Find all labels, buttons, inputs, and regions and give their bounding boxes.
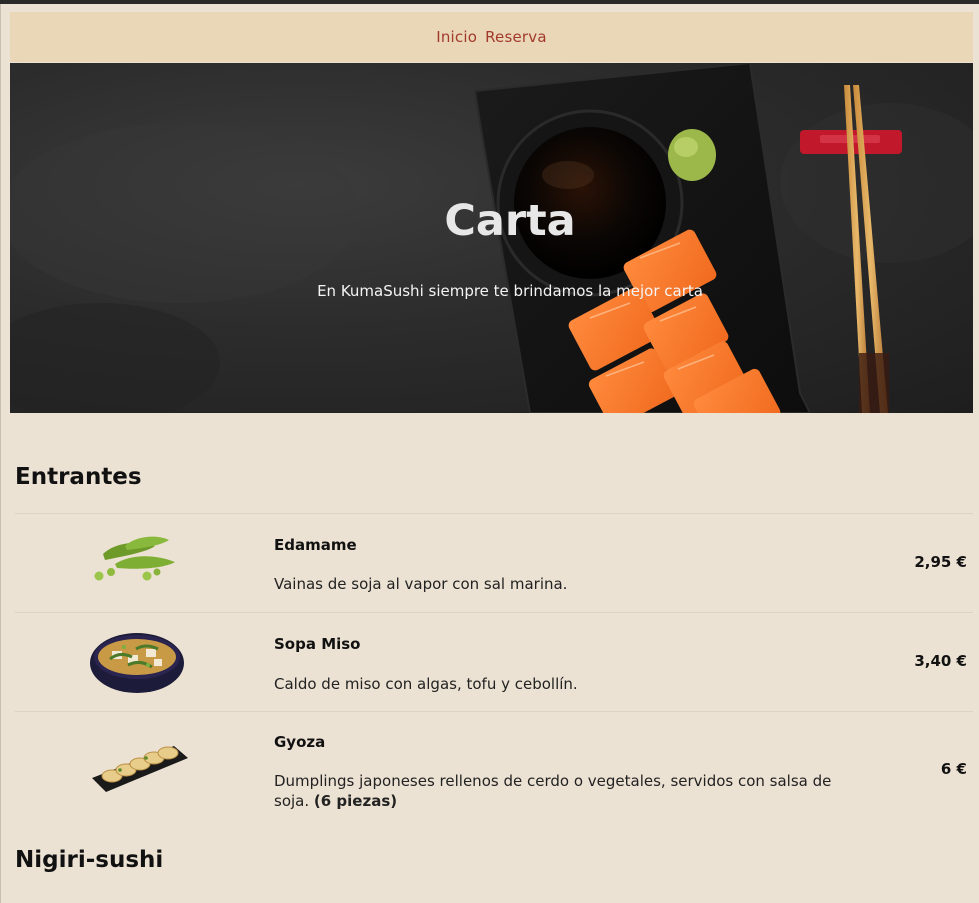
menu-item-description: Dumplings japoneses rellenos de cerdo o …: [274, 771, 854, 811]
nav-link-inicio[interactable]: Inicio: [436, 28, 477, 46]
left-edge-divider: [0, 4, 1, 903]
edamame-image: [94, 536, 175, 581]
menu-item-name: Sopa Miso: [274, 635, 361, 653]
menu-item-name: Gyoza: [274, 733, 326, 751]
hero-banner: Carta En KumaSushi siempre te brindamos …: [10, 63, 973, 413]
menu-item-price: 3,40 €: [914, 652, 967, 670]
menu-item-row: Sopa Miso Caldo de miso con algas, tofu …: [15, 612, 973, 711]
menu-item-description-bold: (6 piezas): [313, 792, 398, 810]
menu-item-description: Caldo de miso con algas, tofu y cebollín…: [274, 675, 578, 693]
menu-item-description: Vainas de soja al vapor con sal marina.: [274, 575, 568, 593]
gyoza-image: [92, 746, 188, 792]
top-navigation: Inicio Reserva: [10, 12, 973, 62]
menu-item-price: 6 €: [940, 760, 967, 778]
miso-soup-image: [90, 633, 184, 693]
menu-item-name: Edamame: [274, 536, 357, 554]
menu-item-price: 2,95 €: [914, 553, 967, 571]
menu-item-row: Gyoza Dumplings japoneses rellenos de ce…: [15, 711, 973, 824]
hero-subtitle: En KumaSushi siempre te brindamos la mej…: [317, 282, 703, 300]
menu-item-row: Edamame Vainas de soja al vapor con sal …: [15, 513, 973, 612]
hero-title: Carta: [444, 196, 576, 246]
section-title-nigiri-sushi: Nigiri-sushi: [15, 847, 164, 873]
window-top-border: [0, 0, 979, 4]
nav-link-reserva[interactable]: Reserva: [485, 28, 547, 46]
section-title-entrantes: Entrantes: [15, 464, 142, 490]
